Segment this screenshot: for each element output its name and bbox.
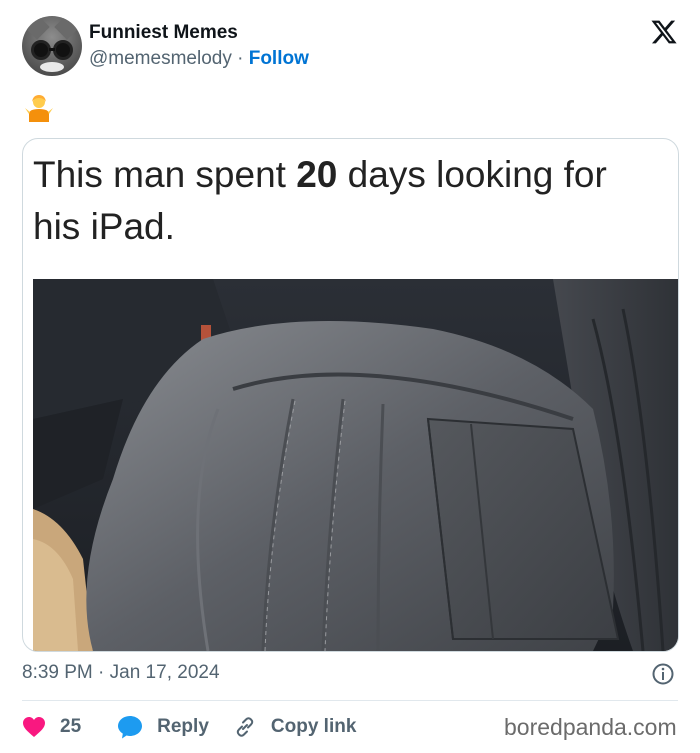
reply-button[interactable]: Reply [117, 715, 209, 739]
tweet-card: Funniest Memes @memesmelody · Follow Thi… [0, 0, 700, 753]
like-count: 25 [60, 716, 82, 737]
author-handle[interactable]: @memesmelody [89, 48, 232, 69]
meme-caption: This man spent 20 days looking for his i… [33, 149, 663, 253]
info-icon[interactable] [651, 662, 675, 686]
divider [22, 700, 678, 701]
copy-link-button[interactable]: Copy link [233, 715, 357, 739]
person-shrugging-emoji-icon [25, 95, 53, 122]
reply-label: Reply [157, 716, 209, 737]
follow-button[interactable]: Follow [249, 48, 309, 69]
avatar-sunglass-left [31, 40, 51, 60]
meme-caption-part: This man spent [33, 154, 297, 195]
tweet-timestamp[interactable]: 8:39 PM · Jan 17, 2024 [22, 662, 220, 684]
reply-bubble-icon [118, 716, 143, 739]
link-icon [236, 717, 254, 737]
heart-icon [23, 717, 45, 737]
avatar-sunglass-right [53, 40, 73, 60]
avatar-muzzle [40, 62, 64, 72]
author-display-name[interactable]: Funniest Memes [89, 22, 238, 44]
tweet-media[interactable]: This man spent 20 days looking for his i… [22, 138, 679, 652]
avatar-ear-right [54, 16, 80, 40]
x-logo-icon[interactable] [649, 18, 679, 46]
copy-link-label: Copy link [270, 716, 357, 737]
avatar-sunglass-bridge [49, 48, 55, 51]
like-button[interactable]: 25 [22, 716, 81, 738]
avatar-ear-left [24, 16, 50, 40]
meme-caption-bold: 20 [296, 154, 338, 195]
avatar[interactable] [22, 16, 82, 76]
tweet-actions: 25 Reply Copy link [22, 712, 356, 742]
car-seat-photo [33, 279, 678, 651]
handle-separator: · [231, 48, 249, 69]
author-handle-line: @memesmelody · Follow [89, 48, 309, 70]
boredpanda-watermark: boredpanda.com [504, 714, 677, 740]
